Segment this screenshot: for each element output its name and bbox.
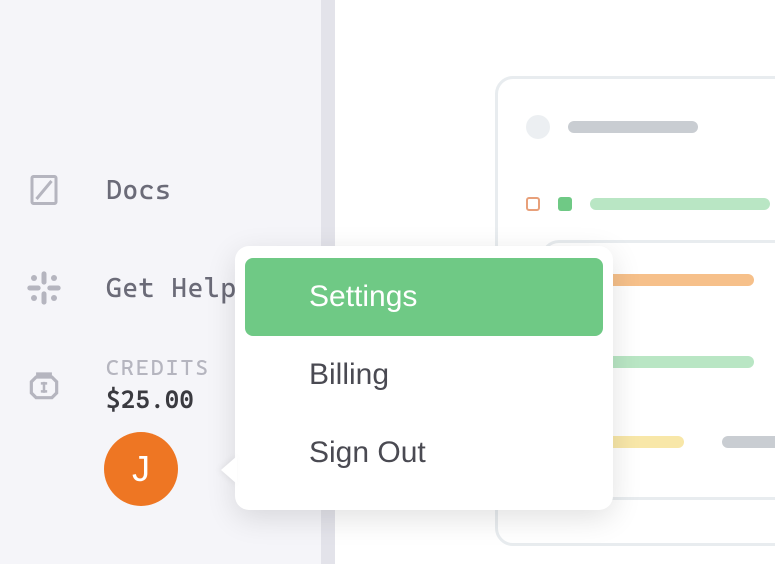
mock-checkbox-icon	[526, 197, 540, 211]
sidebar-item-docs[interactable]: Docs	[0, 162, 321, 218]
credits-label: CREDITS	[106, 356, 210, 381]
user-menu-popover: Settings Billing Sign Out	[235, 246, 613, 510]
mock-bar	[590, 198, 770, 210]
docs-icon	[24, 170, 64, 210]
mock-bar	[568, 121, 698, 133]
mock-list-row	[526, 197, 770, 211]
popover-item-signout[interactable]: Sign Out	[235, 414, 613, 492]
mock-bar	[604, 356, 754, 368]
mock-bar	[604, 436, 684, 448]
popover-item-label: Sign Out	[309, 436, 426, 470]
credits-block: CREDITS $25.00	[106, 356, 210, 414]
popover-item-label: Billing	[309, 358, 389, 392]
popover-item-label: Settings	[309, 280, 417, 314]
mock-header-row	[526, 115, 698, 139]
docs-label: Docs	[106, 175, 171, 206]
mock-bar	[604, 274, 754, 286]
credits-icon	[24, 365, 64, 405]
mock-bar	[722, 436, 775, 448]
avatar-letter: J	[132, 448, 150, 490]
mock-status-icon	[558, 197, 572, 211]
avatar[interactable]: J	[104, 432, 178, 506]
credits-amount: $25.00	[106, 385, 210, 414]
popover-item-billing[interactable]: Billing	[235, 336, 613, 414]
help-label: Get Help	[106, 273, 237, 304]
mock-circle-icon	[526, 115, 550, 139]
popover-item-settings[interactable]: Settings	[245, 258, 603, 336]
slack-icon	[24, 268, 64, 308]
